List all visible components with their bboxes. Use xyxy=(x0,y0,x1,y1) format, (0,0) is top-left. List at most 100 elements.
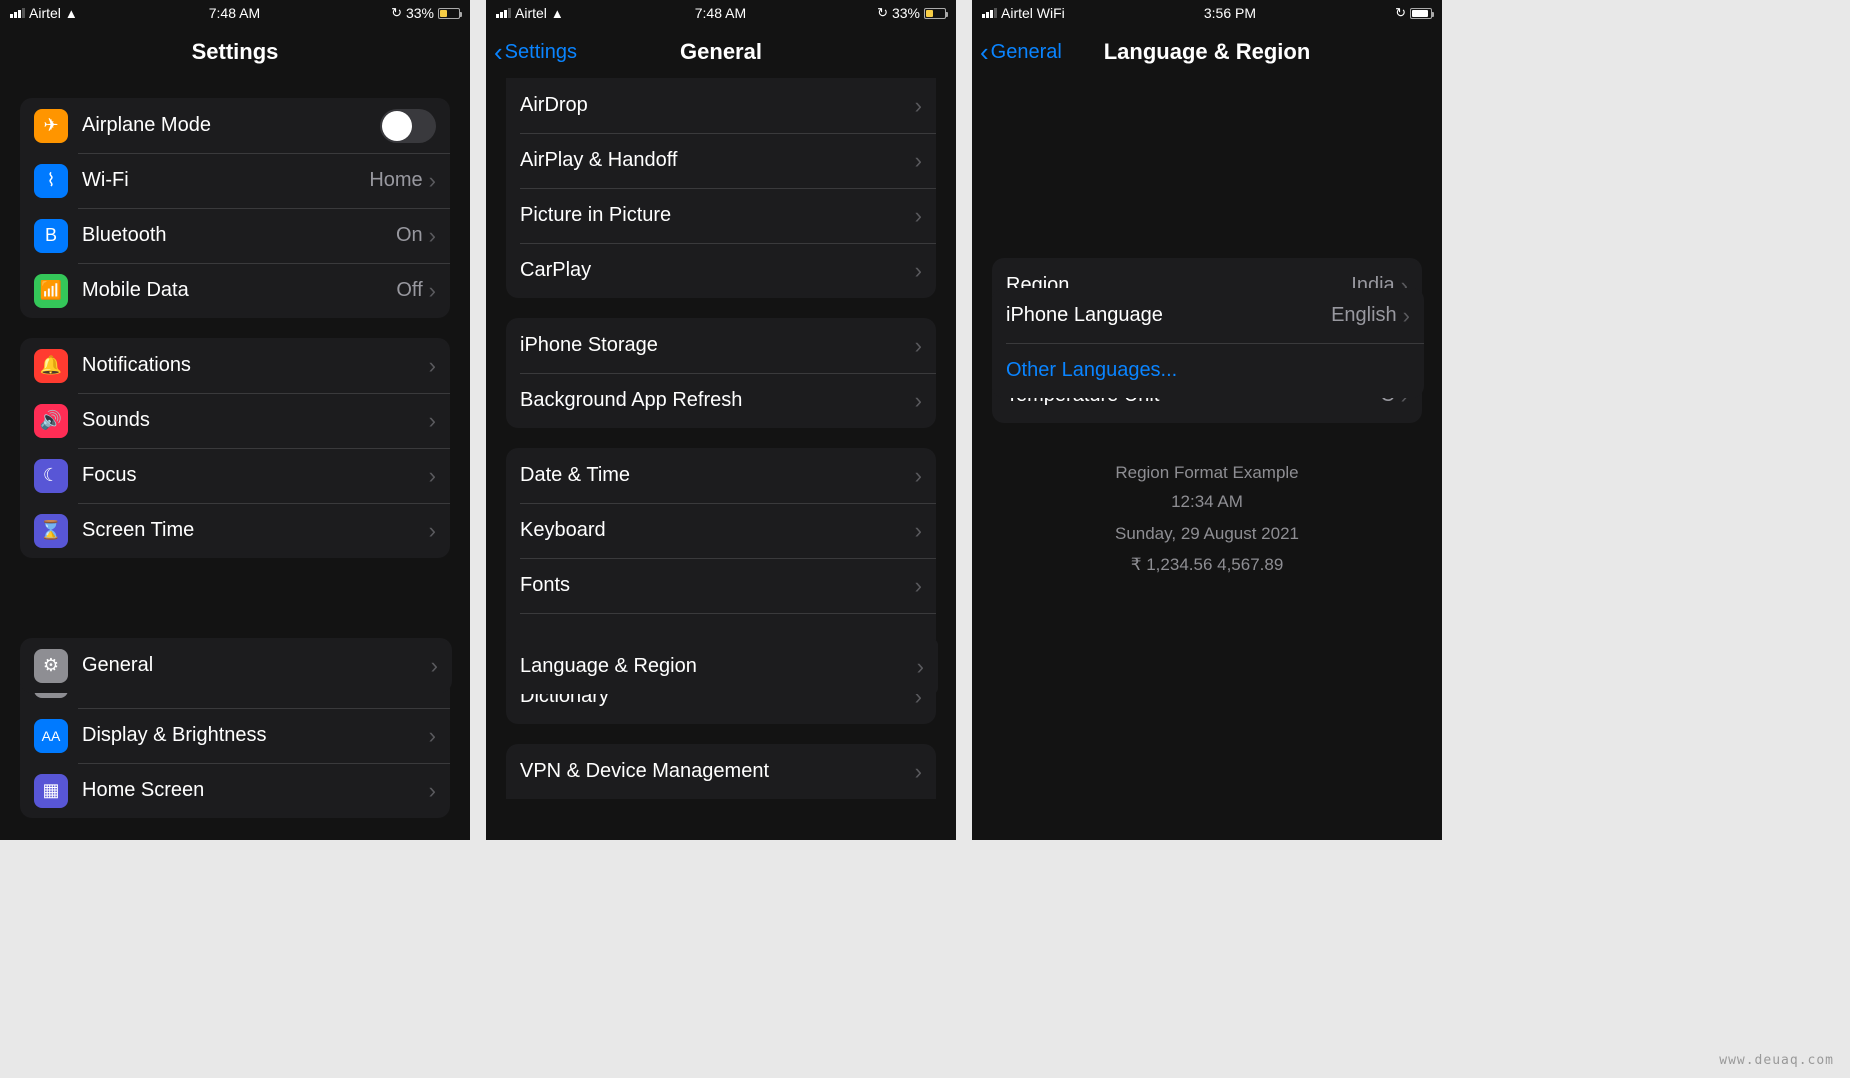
back-button[interactable]: ‹ Settings xyxy=(494,39,577,65)
battery-pct: 33% xyxy=(892,5,920,21)
chevron-right-icon: › xyxy=(915,203,922,229)
page-title: General xyxy=(680,39,762,65)
group-4: VPN & Device Management› xyxy=(506,744,936,799)
row-background-refresh[interactable]: Background App Refresh› xyxy=(506,373,936,428)
airplane-toggle[interactable] xyxy=(380,109,436,143)
wifi-icon: ▲ xyxy=(65,6,78,21)
region-format-example: Region Format Example 12:34 AM Sunday, 2… xyxy=(992,463,1422,578)
row-airdrop[interactable]: AirDrop› xyxy=(506,78,936,133)
row-general[interactable]: ⚙ General › xyxy=(20,638,452,693)
group-2: iPhone Storage› Background App Refresh› xyxy=(506,318,936,428)
status-time: 7:48 AM xyxy=(695,5,746,21)
gear-icon: ⚙ xyxy=(34,649,68,683)
nav-bar: ‹ General Language & Region xyxy=(972,26,1442,78)
chevron-right-icon: › xyxy=(431,653,438,679)
row-screen-time[interactable]: ⌛ Screen Time › xyxy=(20,503,450,558)
chevron-right-icon: › xyxy=(429,223,436,249)
page-title: Settings xyxy=(192,39,279,65)
language-group: iPhone Language English › Other Language… xyxy=(992,288,1424,398)
airplane-icon: ✈ xyxy=(34,109,68,143)
chevron-right-icon: › xyxy=(917,654,924,680)
battery-icon xyxy=(1410,8,1432,19)
row-other-languages[interactable]: Other Languages... xyxy=(992,343,1424,398)
status-bar: Airtel ▲ 7:48 AM ↻ 33% xyxy=(0,0,470,26)
wifi-icon: ▲ xyxy=(551,6,564,21)
text-size-icon: AA xyxy=(34,719,68,753)
signal-icon xyxy=(496,8,511,18)
chevron-right-icon: › xyxy=(915,463,922,489)
orientation-lock-icon: ↻ xyxy=(877,5,888,21)
row-wifi[interactable]: ⌇ Wi-Fi Home › xyxy=(20,153,450,208)
battery-icon xyxy=(924,8,946,19)
hourglass-icon: ⌛ xyxy=(34,514,68,548)
page-title: Language & Region xyxy=(1104,39,1311,65)
speaker-icon: 🔊 xyxy=(34,404,68,438)
row-display-brightness[interactable]: AA Display & Brightness › xyxy=(20,708,450,763)
row-notifications[interactable]: 🔔 Notifications › xyxy=(20,338,450,393)
orientation-lock-icon: ↻ xyxy=(391,5,402,21)
row-home-screen[interactable]: ▦ Home Screen › xyxy=(20,763,450,818)
chevron-right-icon: › xyxy=(915,388,922,414)
carrier-label: Airtel xyxy=(29,5,61,21)
watermark: www.deuaq.com xyxy=(1719,1053,1834,1068)
chevron-right-icon: › xyxy=(429,518,436,544)
row-mobile-data[interactable]: 📶 Mobile Data Off › xyxy=(20,263,450,318)
row-language-region[interactable]: Language & Region › xyxy=(506,639,938,694)
bell-icon: 🔔 xyxy=(34,349,68,383)
chevron-right-icon: › xyxy=(429,778,436,804)
chevron-right-icon: › xyxy=(915,93,922,119)
battery-pct: 33% xyxy=(406,5,434,21)
notifications-group: 🔔 Notifications › 🔊 Sounds › ☾ Focus › ⌛… xyxy=(20,338,450,558)
signal-icon xyxy=(982,8,997,18)
chevron-right-icon: › xyxy=(429,723,436,749)
row-iphone-language[interactable]: iPhone Language English › xyxy=(992,288,1424,343)
screen-general: Airtel ▲ 7:48 AM ↻ 33% ‹ Settings Genera… xyxy=(486,0,956,840)
chevron-right-icon: › xyxy=(915,148,922,174)
chevron-right-icon: › xyxy=(429,278,436,304)
chevron-right-icon: › xyxy=(915,573,922,599)
row-pip[interactable]: Picture in Picture› xyxy=(506,188,936,243)
chevron-right-icon: › xyxy=(915,518,922,544)
status-time: 7:48 AM xyxy=(209,5,260,21)
row-fonts[interactable]: Fonts› xyxy=(506,558,936,613)
back-button[interactable]: ‹ General xyxy=(980,39,1062,65)
wifi-icon: ⌇ xyxy=(34,164,68,198)
row-focus[interactable]: ☾ Focus › xyxy=(20,448,450,503)
chevron-right-icon: › xyxy=(915,333,922,359)
chevron-right-icon: › xyxy=(1403,303,1410,329)
battery-icon xyxy=(438,8,460,19)
connectivity-group: ✈ Airplane Mode ⌇ Wi-Fi Home › B Bluetoo… xyxy=(20,98,450,318)
row-bluetooth[interactable]: B Bluetooth On › xyxy=(20,208,450,263)
group-1: AirDrop› AirPlay & Handoff› Picture in P… xyxy=(506,78,936,298)
row-vpn[interactable]: VPN & Device Management› xyxy=(506,744,936,799)
chevron-right-icon: › xyxy=(915,258,922,284)
row-airplane-mode[interactable]: ✈ Airplane Mode xyxy=(20,98,450,153)
status-bar: Airtel WiFi 3:56 PM ↻ xyxy=(972,0,1442,26)
row-keyboard[interactable]: Keyboard› xyxy=(506,503,936,558)
row-iphone-storage[interactable]: iPhone Storage› xyxy=(506,318,936,373)
antenna-icon: 📶 xyxy=(34,274,68,308)
nav-bar: ‹ Settings General xyxy=(486,26,956,78)
chevron-right-icon: › xyxy=(429,408,436,434)
chevron-right-icon: › xyxy=(429,168,436,194)
chevron-right-icon: › xyxy=(915,759,922,785)
row-sounds[interactable]: 🔊 Sounds › xyxy=(20,393,450,448)
screen-language-region: Airtel WiFi 3:56 PM ↻ ‹ General Language… xyxy=(972,0,1442,840)
carrier-label: Airtel xyxy=(515,5,547,21)
row-date-time[interactable]: Date & Time› xyxy=(506,448,936,503)
chevron-right-icon: › xyxy=(429,463,436,489)
signal-icon xyxy=(10,8,25,18)
bluetooth-icon: B xyxy=(34,219,68,253)
grid-icon: ▦ xyxy=(34,774,68,808)
nav-bar: Settings xyxy=(0,26,470,78)
chevron-left-icon: ‹ xyxy=(980,39,989,65)
row-airplay-handoff[interactable]: AirPlay & Handoff› xyxy=(506,133,936,188)
screen-settings: Airtel ▲ 7:48 AM ↻ 33% Settings ✈ Airpla… xyxy=(0,0,470,840)
orientation-lock-icon: ↻ xyxy=(1395,5,1406,21)
status-bar: Airtel ▲ 7:48 AM ↻ 33% xyxy=(486,0,956,26)
carrier-label: Airtel WiFi xyxy=(1001,5,1065,21)
chevron-left-icon: ‹ xyxy=(494,39,503,65)
row-carplay[interactable]: CarPlay› xyxy=(506,243,936,298)
status-time: 3:56 PM xyxy=(1204,5,1256,21)
moon-icon: ☾ xyxy=(34,459,68,493)
